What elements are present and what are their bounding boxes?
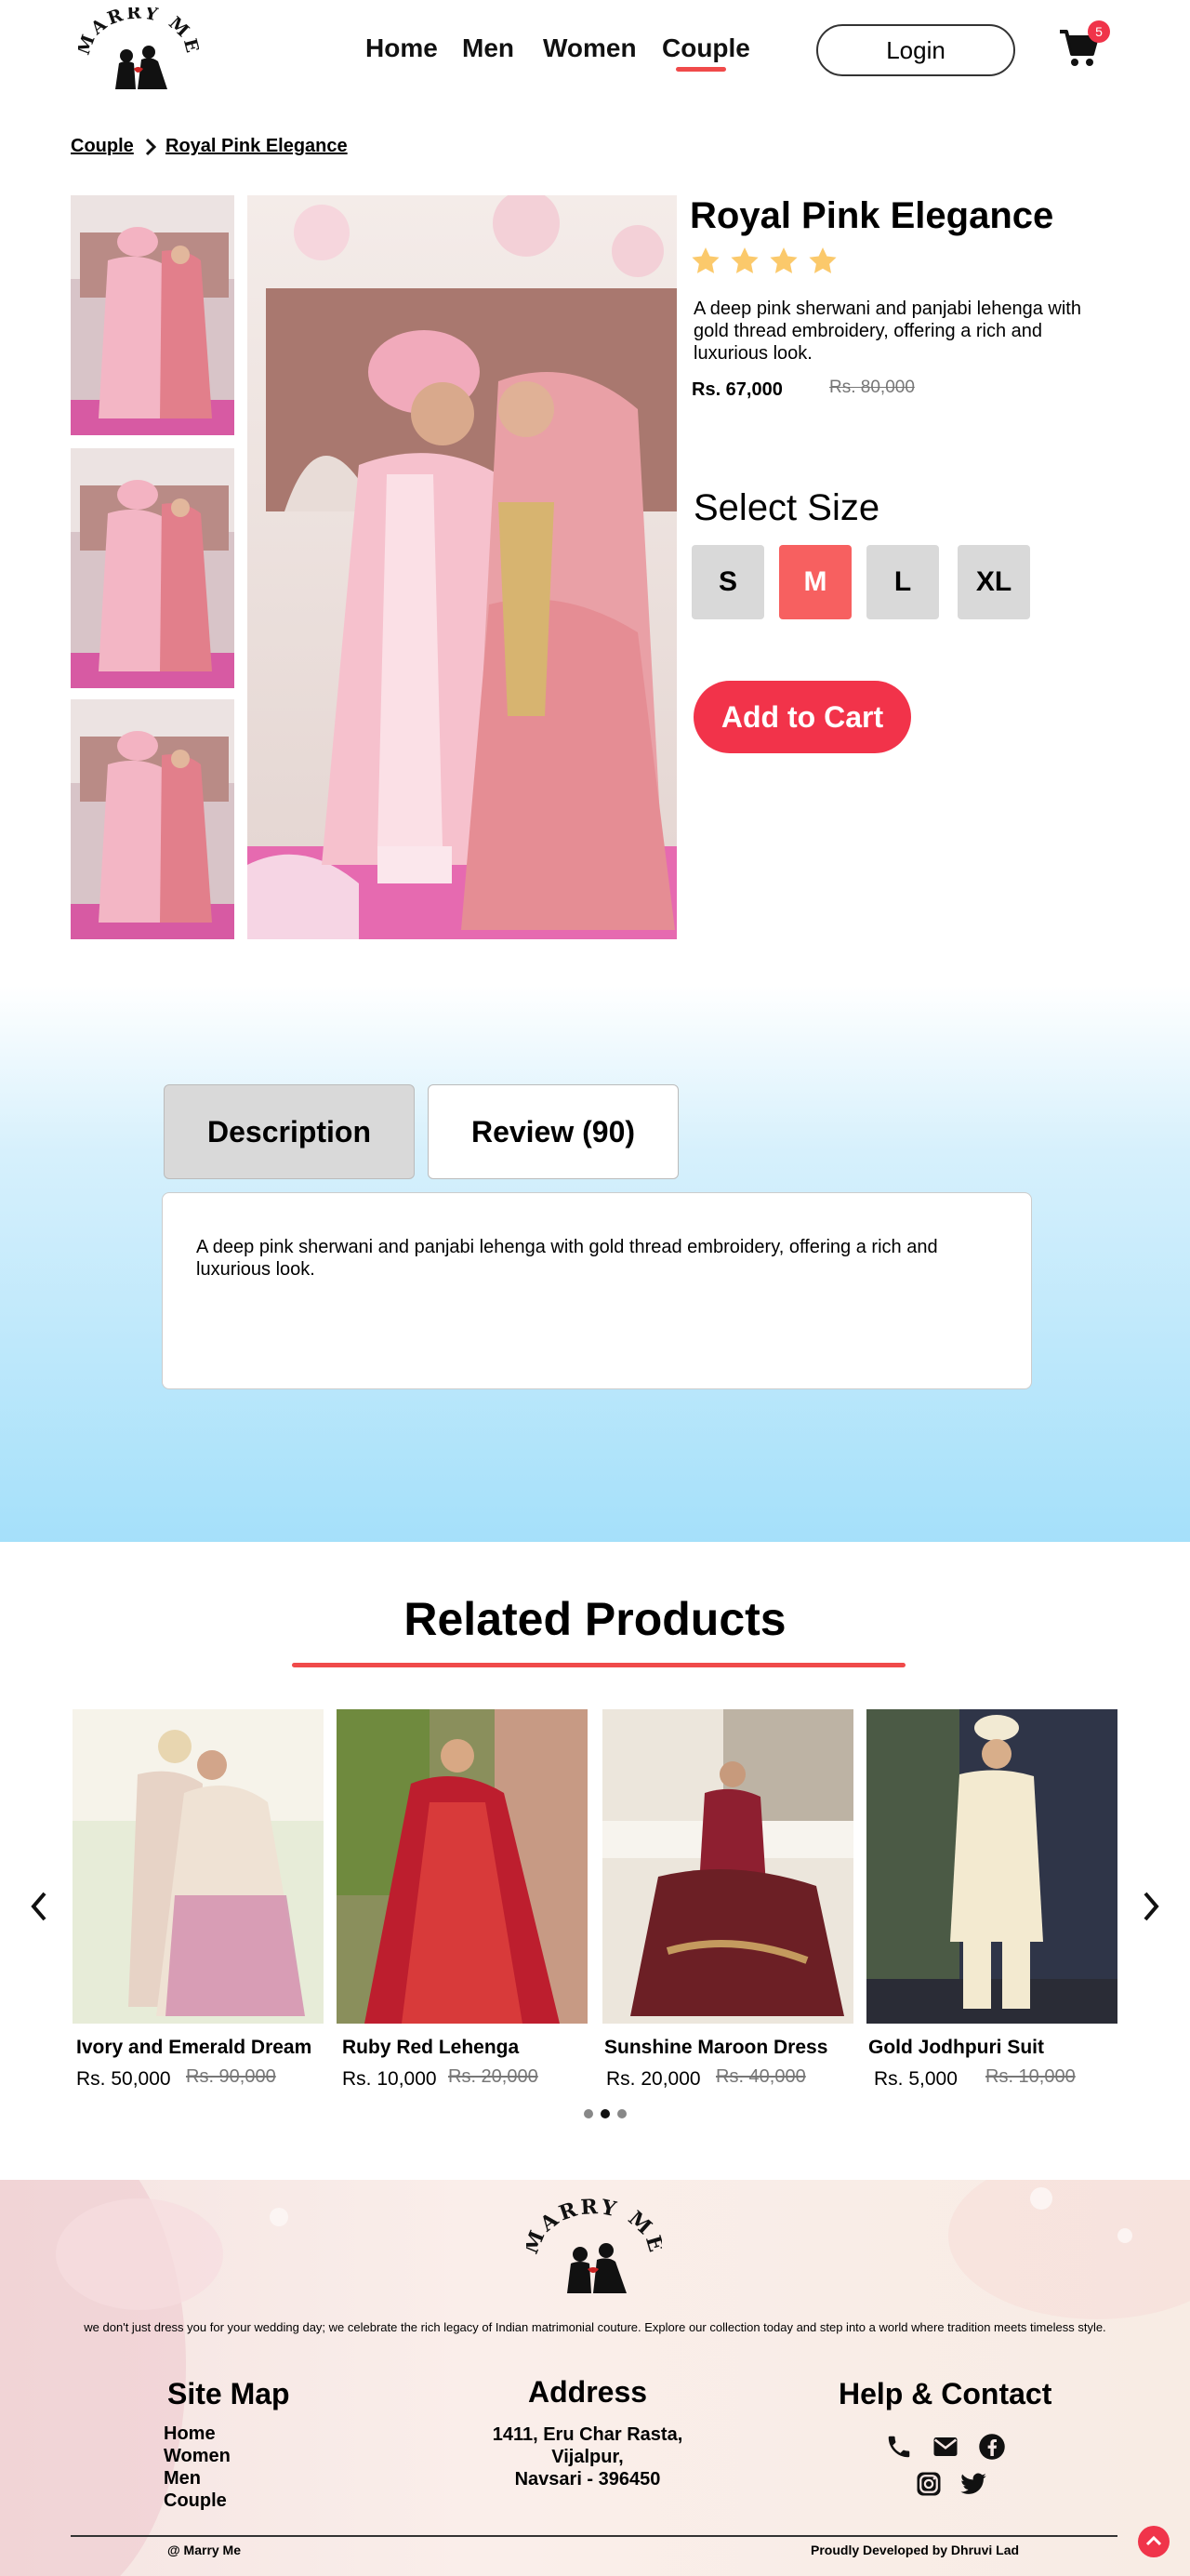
size-option-m[interactable]: M — [779, 545, 852, 619]
breadcrumb-current[interactable]: Royal Pink Elegance — [165, 136, 348, 157]
address-line: Navsari - 396450 — [514, 2469, 661, 2490]
product-thumbnail[interactable] — [71, 448, 234, 688]
nav-couple[interactable]: Couple — [662, 33, 750, 63]
footer-link-couple[interactable]: Couple — [164, 2490, 227, 2512]
related-product-image[interactable] — [866, 1709, 1117, 2024]
chevron-left-icon[interactable] — [28, 1888, 50, 1925]
footer-tagline: we don't just dress you for your wedding… — [84, 2320, 1106, 2334]
related-product-image[interactable] — [602, 1709, 853, 2024]
address-text: 1411, Eru Char Rasta, Vijalpur, Navsari … — [465, 2423, 710, 2490]
sitemap-title: Site Map — [167, 2377, 290, 2410]
related-product-name[interactable]: Ruby Red Lehenga — [342, 2037, 519, 2059]
breadcrumb-parent[interactable]: Couple — [71, 136, 134, 157]
footer-logo: MARRY ME — [519, 2195, 666, 2297]
related-product-old-price: Rs. 90,000 — [186, 2066, 276, 2087]
email-icon[interactable] — [932, 2433, 959, 2461]
related-product-name[interactable]: Ivory and Emerald Dream — [76, 2037, 311, 2059]
developer-credit: Proudly Developed by Dhruvi Lad — [811, 2543, 1020, 2557]
product-thumbnail[interactable] — [71, 195, 234, 435]
address-line: 1411, Eru Char Rasta, — [492, 2424, 683, 2445]
phone-icon[interactable] — [885, 2433, 913, 2461]
related-product-name[interactable]: Gold Jodhpuri Suit — [868, 2037, 1044, 2059]
product-price: Rs. 67,000 — [692, 379, 783, 400]
login-button[interactable]: Login — [816, 24, 1015, 76]
chevron-up-icon — [1145, 2535, 1162, 2546]
size-option-l[interactable]: L — [866, 545, 939, 619]
address-line: Vijalpur, — [551, 2447, 624, 2467]
related-product-price: Rs. 50,000 — [76, 2068, 171, 2090]
description-text: A deep pink sherwani and panjabi lehenga… — [196, 1237, 938, 1280]
nav-active-indicator — [676, 67, 726, 72]
related-product-image[interactable] — [73, 1709, 324, 2024]
help-contact-title: Help & Contact — [839, 2377, 1052, 2410]
product-old-price: Rs. 80,000 — [829, 378, 915, 397]
related-product-name[interactable]: Sunshine Maroon Dress — [604, 2037, 827, 2059]
svg-text:MARRY ME: MARRY ME — [526, 2195, 662, 2257]
svg-text:MARRY ME: MARRY ME — [78, 7, 199, 58]
nav-home[interactable]: Home — [365, 33, 438, 63]
carousel-dot[interactable] — [617, 2109, 627, 2118]
related-product-price: Rs. 20,000 — [606, 2068, 701, 2090]
product-title: Royal Pink Elegance — [690, 195, 1054, 236]
star-icon — [692, 247, 720, 273]
related-product-image[interactable] — [337, 1709, 588, 2024]
related-product-price: Rs. 10,000 — [342, 2068, 437, 2090]
facebook-icon[interactable] — [978, 2433, 1006, 2461]
twitter-icon[interactable] — [959, 2470, 987, 2498]
star-icon — [770, 247, 798, 273]
related-product-old-price: Rs. 40,000 — [716, 2066, 806, 2087]
product-rating — [690, 246, 839, 277]
carousel-dot-active[interactable] — [601, 2109, 610, 2118]
nav-men[interactable]: Men — [462, 33, 514, 63]
carousel-dot[interactable] — [584, 2109, 593, 2118]
title-underline — [292, 1663, 906, 1667]
address-title: Address — [528, 2375, 648, 2409]
instagram-icon[interactable] — [915, 2470, 943, 2498]
footer-divider — [71, 2535, 1117, 2537]
scroll-to-top-button[interactable] — [1138, 2526, 1170, 2557]
brand-logo[interactable]: MARRY ME — [73, 2, 201, 91]
product-description: A deep pink sherwani and panjabi lehenga… — [694, 299, 1081, 364]
footer-link-women[interactable]: Women — [164, 2446, 231, 2467]
add-to-cart-button[interactable]: Add to Cart — [694, 681, 911, 753]
product-main-image — [247, 195, 677, 939]
star-icon — [731, 247, 759, 273]
tab-description-content: A deep pink sherwani and panjabi lehenga… — [162, 1192, 1032, 1389]
chevron-right-icon — [145, 138, 156, 156]
related-product-old-price: Rs. 20,000 — [448, 2066, 538, 2087]
size-option-xl[interactable]: XL — [958, 545, 1030, 619]
tab-description[interactable]: Description — [164, 1084, 415, 1179]
product-thumbnail[interactable] — [71, 699, 234, 939]
size-option-s[interactable]: S — [692, 545, 764, 619]
related-product-price: Rs. 5,000 — [874, 2068, 958, 2090]
chevron-right-icon[interactable] — [1140, 1888, 1162, 1925]
star-icon — [809, 247, 837, 273]
related-products-title: Related Products — [403, 1593, 787, 1645]
footer-link-men[interactable]: Men — [164, 2468, 201, 2490]
tab-review[interactable]: Review (90) — [428, 1084, 679, 1179]
footer-link-home[interactable]: Home — [164, 2423, 216, 2445]
size-label: Select Size — [694, 487, 880, 528]
copyright-text: @ Marry Me — [167, 2543, 242, 2557]
cart-count-badge: 5 — [1088, 20, 1110, 43]
related-product-old-price: Rs. 10,000 — [985, 2066, 1076, 2087]
nav-women[interactable]: Women — [543, 33, 637, 63]
